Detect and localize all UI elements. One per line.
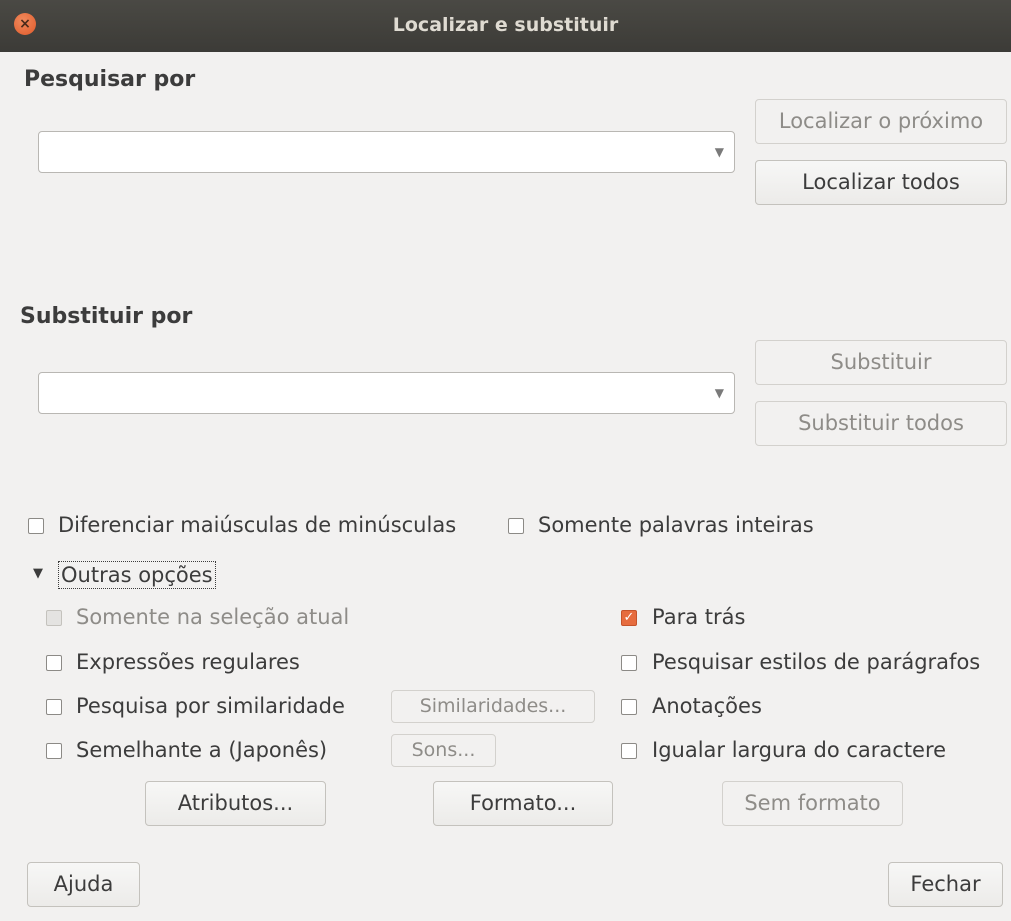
char-width-label: Igualar largura do caractere xyxy=(652,738,947,762)
close-button[interactable]: Fechar xyxy=(888,862,1003,907)
replace-button[interactable]: Substituir xyxy=(755,340,1007,385)
chevron-down-icon[interactable]: ▼ xyxy=(715,145,724,159)
search-input[interactable] xyxy=(47,138,694,168)
comments-label: Anotações xyxy=(652,694,762,718)
replace-combo[interactable]: ▼ xyxy=(38,372,735,414)
sounds-button[interactable]: Sons... xyxy=(391,734,496,767)
search-label: Pesquisar por xyxy=(24,67,196,92)
char-width-checkbox[interactable] xyxy=(621,743,637,759)
paragraph-styles-checkbox[interactable] xyxy=(621,655,637,671)
japanese-checkbox[interactable] xyxy=(46,743,62,759)
regex-label: Expressões regulares xyxy=(76,650,300,674)
match-case-checkbox[interactable] xyxy=(28,518,44,534)
title-bar: × Localizar e substituir xyxy=(0,0,1011,52)
find-next-button[interactable]: Localizar o próximo xyxy=(755,99,1007,144)
similarities-button[interactable]: Similaridades... xyxy=(391,690,595,723)
similarity-checkbox[interactable] xyxy=(46,699,62,715)
search-combo[interactable]: ▼ xyxy=(38,131,735,173)
similarity-label: Pesquisa por similaridade xyxy=(76,694,345,718)
current-selection-label: Somente na seleção atual xyxy=(76,605,350,629)
other-options-expander[interactable]: Outras opções xyxy=(58,561,216,589)
chevron-down-icon[interactable]: ▼ xyxy=(715,386,724,400)
triangle-down-icon[interactable]: ▼ xyxy=(33,566,43,581)
replace-label: Substituir por xyxy=(20,304,193,329)
current-selection-checkbox[interactable] xyxy=(46,610,62,626)
japanese-label: Semelhante a (Japonês) xyxy=(76,738,328,762)
help-button[interactable]: Ajuda xyxy=(27,862,140,907)
no-format-button[interactable]: Sem formato xyxy=(722,781,903,826)
paragraph-styles-label: Pesquisar estilos de parágrafos xyxy=(652,650,981,674)
format-button[interactable]: Formato... xyxy=(433,781,613,826)
find-all-button[interactable]: Localizar todos xyxy=(755,160,1007,205)
regex-checkbox[interactable] xyxy=(46,655,62,671)
comments-checkbox[interactable] xyxy=(621,699,637,715)
backwards-checkbox[interactable]: ✓ xyxy=(621,610,637,626)
window-title: Localizar e substituir xyxy=(392,14,619,36)
replace-input[interactable] xyxy=(47,379,694,409)
backwards-label: Para trás xyxy=(652,605,746,629)
match-case-label: Diferenciar maiúsculas de minúsculas xyxy=(58,513,457,537)
attributes-button[interactable]: Atributos... xyxy=(145,781,326,826)
whole-words-checkbox[interactable] xyxy=(508,518,524,534)
whole-words-label: Somente palavras inteiras xyxy=(538,513,814,537)
replace-all-button[interactable]: Substituir todos xyxy=(755,401,1007,446)
